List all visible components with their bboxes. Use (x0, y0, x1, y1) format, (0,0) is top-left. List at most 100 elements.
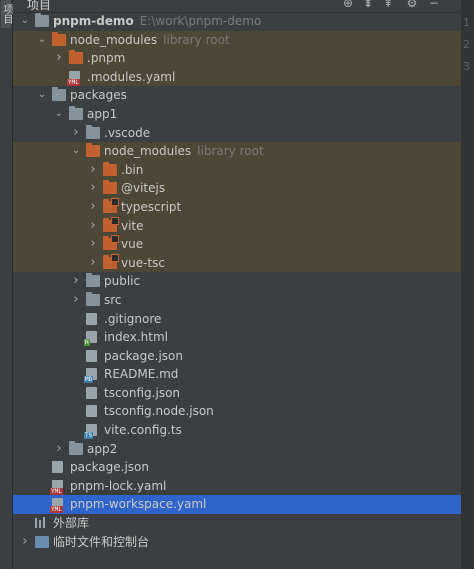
item-name: pnpm-demo (53, 14, 134, 28)
file-icon: H (84, 331, 97, 347)
tree-item[interactable]: › vue-tsc (13, 253, 461, 273)
tree-item[interactable]: › vue (13, 235, 461, 254)
tree-item-label: .pnpm (87, 49, 125, 68)
hide-icon[interactable]: − (427, 0, 441, 10)
folder-icon (103, 253, 119, 269)
item-hint: E:\work\pnpm-demo (139, 14, 262, 28)
item-name: node_modules (70, 32, 158, 47)
tree-item-label: .vscode (104, 124, 150, 143)
chevron-right-icon[interactable]: › (19, 533, 31, 552)
tree-item[interactable]: › src (13, 291, 461, 310)
project-tree: ⌄ pnpm-demo E:\work\pnpm-demo ⌄ node_modules… (13, 12, 461, 551)
item-hint: library root (163, 32, 230, 47)
tree-item[interactable]: › .bin (13, 160, 461, 180)
tree-item[interactable]: TS vite.config.ts (13, 421, 461, 440)
tree-item-label: pnpm-lock.yaml (70, 477, 166, 496)
chevron-right-icon[interactable]: › (87, 254, 99, 273)
chevron-right-icon[interactable]: › (87, 198, 99, 217)
file-type-badge: YML (67, 78, 80, 86)
item-name: vite (121, 218, 144, 233)
chevron-right-icon[interactable]: › (87, 161, 99, 180)
tree-item[interactable]: YML pnpm-lock.yaml (13, 477, 461, 496)
locate-icon[interactable]: ⊕ (341, 0, 355, 10)
tree-item[interactable]: Hindex.html (13, 328, 461, 347)
chevron-right-icon[interactable]: › (53, 440, 65, 459)
item-name: package.json (70, 460, 150, 475)
tree-item-label: node_modules library root (104, 142, 264, 161)
file-icon (52, 461, 63, 474)
tree-item[interactable]: tsconfig.json (13, 384, 461, 403)
file-icon (86, 349, 97, 362)
tree-item[interactable]: › @vitejs (13, 179, 461, 198)
tree-item-label: README.md (104, 365, 178, 384)
chevron-right-icon[interactable]: › (87, 179, 99, 198)
chevron-down-icon[interactable]: ⌄ (36, 86, 48, 105)
chevron-down-icon[interactable]: ⌄ (70, 142, 82, 161)
tree-item[interactable]: .gitignore (13, 310, 461, 329)
tree-item[interactable]: › public (13, 272, 461, 291)
collapse-all-icon[interactable]: ⇟ (361, 0, 375, 10)
file-type-badge: MD (84, 376, 94, 384)
item-name: .pnpm (87, 51, 126, 66)
item-name: tsconfig.json (104, 385, 181, 400)
tree-item[interactable]: › 临时文件和控制台 (13, 533, 461, 552)
item-name: src (104, 292, 122, 307)
item-name: vue (121, 237, 144, 252)
item-name: package.json (104, 348, 184, 363)
line-number: 2 (463, 38, 470, 51)
tree-item-label: package.json (70, 458, 149, 477)
expand-all-icon[interactable]: ⇞ (381, 0, 395, 10)
tree-item[interactable]: YML pnpm-workspace.yaml (13, 495, 461, 515)
item-name: node_modules (104, 144, 192, 159)
tree-item[interactable]: ⌄ node_modules library root (13, 30, 461, 50)
tree-item[interactable]: › app2 (13, 440, 461, 459)
item-name: app1 (87, 106, 118, 121)
tree-item-label: .modules.yaml (87, 68, 175, 87)
folder-icon (103, 197, 119, 213)
file-type-badge: YML (50, 487, 63, 495)
tree-item[interactable]: YML .modules.yaml (13, 67, 461, 87)
chevron-right-icon[interactable]: › (70, 124, 82, 143)
chevron-right-icon[interactable]: › (87, 217, 99, 236)
chevron-right-icon[interactable]: › (87, 235, 99, 254)
tree-item[interactable]: ⌄ node_modules library root (13, 142, 461, 161)
tree-item[interactable]: › typescript (13, 197, 461, 217)
tree-item-label: app1 (87, 105, 117, 124)
item-name: index.html (104, 330, 168, 345)
item-name: vite.config.ts (104, 423, 182, 438)
tree-item[interactable]: › .pnpm (13, 49, 461, 68)
chevron-right-icon[interactable]: › (70, 291, 82, 310)
project-tab[interactable]: 项目 (1, 0, 12, 28)
tree-item-label: vite (121, 217, 144, 236)
settings-icon[interactable]: ⚙ (405, 0, 419, 10)
folder-icon (69, 105, 83, 120)
chevron-down-icon[interactable]: ⌄ (53, 105, 65, 124)
item-name: pnpm-workspace.yaml (70, 497, 207, 512)
tree-item[interactable]: package.json (13, 458, 461, 477)
tree-item[interactable]: › vite (13, 216, 461, 236)
file-icon: YML (50, 498, 63, 514)
chevron-down-icon[interactable]: ⌄ (36, 31, 48, 50)
chevron-down-icon[interactable]: ⌄ (19, 12, 31, 31)
folder-icon (103, 216, 119, 232)
tree-item[interactable]: package.json (13, 347, 461, 366)
tree-item[interactable]: MD README.md (13, 365, 461, 384)
tree-item[interactable]: tsconfig.node.json (13, 402, 461, 421)
tree-item[interactable]: ⌄ packages (13, 86, 461, 105)
tree-item[interactable]: ⌄ app1 (13, 105, 461, 124)
tree-item-label: 临时文件和控制台 (53, 533, 149, 552)
tree-item-label: packages (70, 86, 127, 105)
tree-item[interactable]: ⌄ pnpm-demo E:\work\pnpm-demo (13, 12, 461, 31)
chevron-right-icon[interactable]: › (70, 272, 82, 291)
tree-item[interactable]: 外部库 (13, 514, 461, 533)
item-name: typescript (121, 199, 182, 214)
folder-icon (103, 180, 117, 195)
file-type-badge: YML (50, 506, 63, 514)
library-icon (35, 517, 49, 529)
tree-item[interactable]: › .vscode (13, 124, 461, 143)
item-name: 临时文件和控制台 (53, 534, 150, 549)
item-name: 外部库 (53, 516, 90, 531)
tree-item-label: public (104, 272, 140, 291)
chevron-right-icon[interactable]: › (53, 49, 65, 68)
file-icon (86, 405, 97, 418)
